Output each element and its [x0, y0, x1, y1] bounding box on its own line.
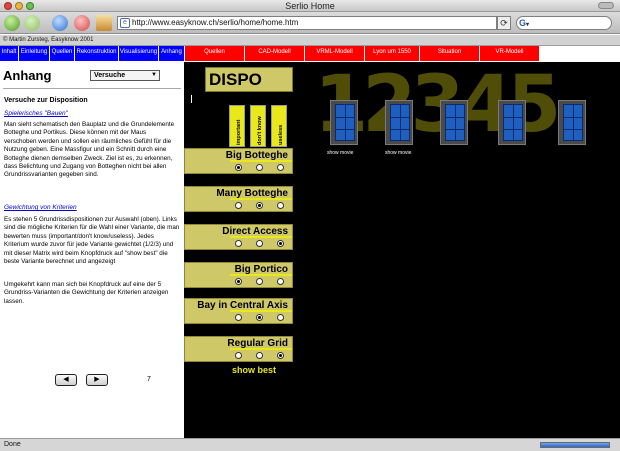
page-number: 7: [147, 376, 151, 383]
subnav-situation[interactable]: Situation: [420, 46, 480, 61]
rating-radio-important[interactable]: [235, 278, 242, 285]
rating-radio-useless[interactable]: [277, 278, 284, 285]
show-movie-link-1[interactable]: show movie: [327, 150, 353, 156]
next-page-button[interactable]: ▶: [86, 374, 108, 386]
column-dont-know: don't know: [250, 105, 266, 147]
nav-anhang[interactable]: Anhang: [159, 46, 185, 61]
google-search-icon: G▾: [519, 18, 530, 28]
reload-icon[interactable]: [52, 15, 68, 31]
text-panel: Anhang Versuche ▼ Versuche zur Dispositi…: [0, 62, 184, 438]
variant-3-plan[interactable]: [440, 100, 468, 145]
rating-radio-dont-know[interactable]: [256, 202, 263, 209]
rating-radio-group: [230, 312, 292, 323]
variant-5-plan[interactable]: [558, 100, 586, 145]
column-useless: useless: [271, 105, 287, 147]
rating-radio-useless[interactable]: [277, 202, 284, 209]
rating-radio-dont-know[interactable]: [256, 314, 263, 321]
paragraph-2: Es stehen 5 Grundrissdispositionen zur A…: [4, 216, 180, 266]
window-icon: [390, 104, 410, 141]
address-go-icon[interactable]: ⟳: [497, 16, 511, 30]
subnav-lyon[interactable]: Lyon um 1550: [365, 46, 420, 61]
rating-radio-useless[interactable]: [277, 164, 284, 171]
criterion-row: Regular Grid: [184, 336, 293, 362]
copyright-bar: © Martin Zursteg, Easyknow 2001: [0, 35, 620, 46]
nav-einleitung[interactable]: Einleitung: [19, 46, 50, 61]
paragraph-1: Man sieht schematisch den Bauplatz und d…: [4, 121, 175, 179]
app-title: DISPO: [205, 67, 293, 92]
browser-window: Serlio Home e http://www.easyknow.ch/ser…: [0, 0, 620, 451]
page-icon: e: [120, 18, 130, 28]
address-bar[interactable]: e http://www.easyknow.ch/serlio/home/hom…: [117, 16, 497, 30]
subnav-vr-modell[interactable]: VR-Modell: [480, 46, 540, 61]
topic-select[interactable]: Versuche ▼: [90, 70, 160, 81]
window-icon: [335, 104, 355, 141]
link-gewichtung[interactable]: Gewichtung von Kriterien: [4, 204, 180, 212]
criterion-row: Many Botteghe: [184, 186, 293, 212]
nav-quellen[interactable]: Quellen: [50, 46, 75, 61]
link-spielerisches-bauen[interactable]: Spielerisches "Bauen": [4, 110, 180, 118]
subnav-cad-modell[interactable]: CAD-Modell: [245, 46, 305, 61]
criterion-row: Big Portico: [184, 262, 293, 288]
section-heading: Versuche zur Disposition: [4, 97, 88, 104]
criterion-row: Big Botteghe: [184, 148, 293, 174]
rating-radio-important[interactable]: [235, 202, 242, 209]
rating-radio-useless[interactable]: [277, 240, 284, 247]
window-icon: [445, 104, 465, 141]
rating-radio-group: [230, 350, 292, 361]
rating-radio-group: [230, 200, 292, 211]
status-text: Done: [4, 441, 21, 448]
search-field[interactable]: G▾: [516, 16, 612, 30]
criterion-row: Direct Access: [184, 224, 293, 250]
prev-page-button[interactable]: ◀: [55, 374, 77, 386]
rating-radio-dont-know[interactable]: [256, 240, 263, 247]
rating-radio-dont-know[interactable]: [256, 352, 263, 359]
subnav-vrml-modell[interactable]: VRML-Modell: [305, 46, 365, 61]
home-icon[interactable]: [96, 15, 112, 31]
nav-visualisierung[interactable]: Visualisierung: [119, 46, 159, 61]
variant-1-plan[interactable]: [330, 100, 358, 145]
title-bar: Serlio Home: [0, 0, 620, 12]
variant-2-plan[interactable]: [385, 100, 413, 145]
nav-inhalt[interactable]: Inhalt: [0, 46, 19, 61]
paragraph-3: Umgekehrt kann man sich bei Knopfdruck a…: [4, 281, 169, 305]
divider: [3, 88, 181, 89]
rating-radio-important[interactable]: [235, 240, 242, 247]
toolbar-toggle-button[interactable]: [598, 2, 614, 9]
stop-icon[interactable]: [74, 15, 90, 31]
rating-radio-dont-know[interactable]: [256, 278, 263, 285]
back-arrow-icon[interactable]: [4, 15, 20, 31]
rating-radio-useless[interactable]: [277, 314, 284, 321]
nav-rekonstruktion[interactable]: Rekonstruktion: [75, 46, 119, 61]
rating-radio-important[interactable]: [235, 314, 242, 321]
window-icon: [503, 104, 523, 141]
show-movie-link-2[interactable]: show movie: [385, 150, 411, 156]
page-title: Anhang: [3, 68, 52, 83]
browser-toolbar: e http://www.easyknow.ch/serlio/home/hom…: [0, 12, 620, 34]
forward-arrow-icon[interactable]: [24, 15, 40, 31]
rating-radio-important[interactable]: [235, 352, 242, 359]
rating-radio-important[interactable]: [235, 164, 242, 171]
dispo-app: 12345 DISPO important don't know useless…: [184, 60, 620, 438]
chevron-down-icon: ▼: [151, 72, 157, 78]
subnav-quellen[interactable]: Quellen: [185, 46, 245, 61]
variant-4-plan[interactable]: [498, 100, 526, 145]
rating-radio-group: [230, 276, 292, 287]
window-title: Serlio Home: [285, 1, 335, 11]
show-best-button[interactable]: show best: [232, 365, 276, 375]
url-text: http://www.easyknow.ch/serlio/home/home.…: [132, 18, 299, 27]
rating-radio-group: [230, 162, 292, 173]
rating-radio-useless[interactable]: [277, 352, 284, 359]
progress-bar: [540, 442, 610, 448]
status-bar: Done: [0, 438, 620, 451]
column-important: important: [229, 105, 245, 147]
select-value: Versuche: [94, 72, 126, 79]
window-icon: [563, 104, 583, 141]
text-cursor: [191, 95, 192, 103]
criterion-row: Bay in Central Axis: [184, 298, 293, 324]
rating-radio-group: [230, 238, 292, 249]
rating-radio-dont-know[interactable]: [256, 164, 263, 171]
